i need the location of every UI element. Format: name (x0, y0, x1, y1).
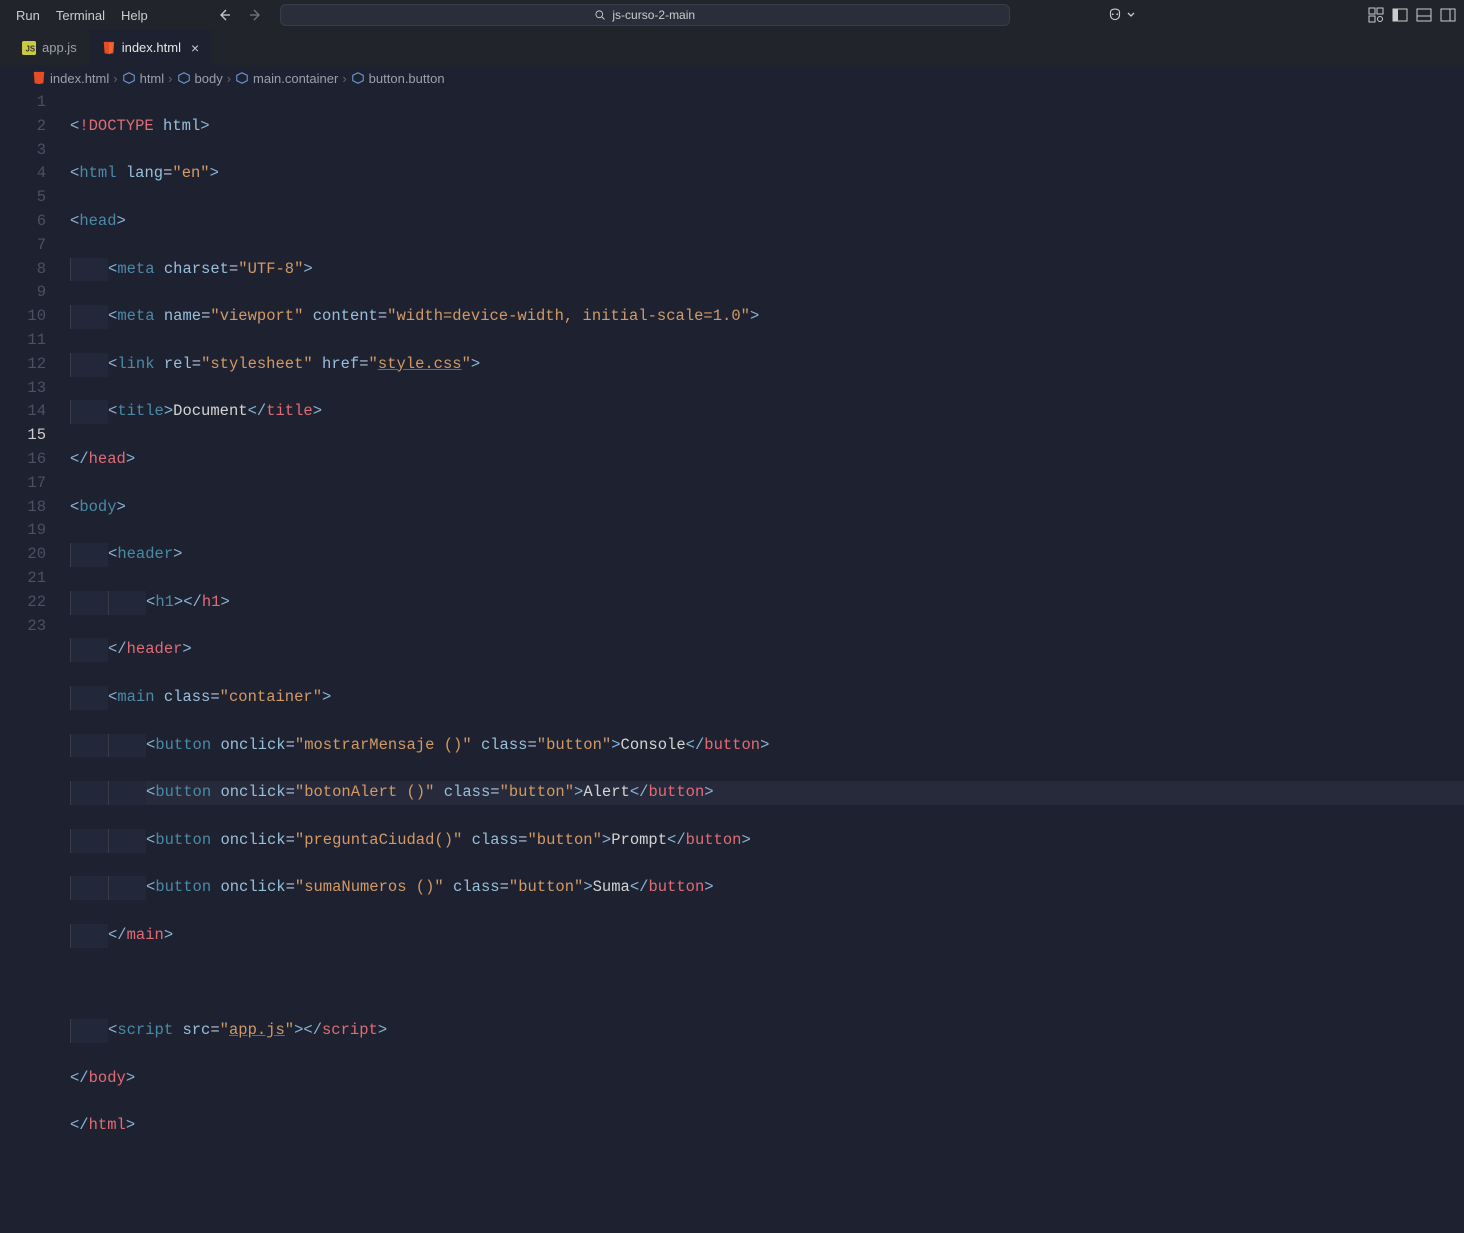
line-numbers: 1 2 3 4 5 6 7 8 9 10 11 12 13 14 15 16 1… (0, 91, 70, 662)
editor[interactable]: 1 2 3 4 5 6 7 8 9 10 11 12 13 14 15 16 1… (0, 91, 1464, 662)
menu-help[interactable]: Help (113, 4, 156, 27)
symbol-icon (177, 71, 191, 85)
html-file-icon (102, 41, 116, 55)
toggle-panel-left-icon[interactable] (1392, 7, 1408, 23)
chevron-down-icon (1126, 10, 1136, 20)
html-file-icon (32, 71, 46, 85)
tab-label: index.html (122, 40, 181, 55)
svg-text:JS: JS (26, 44, 36, 53)
toggle-panel-bottom-icon[interactable] (1416, 7, 1432, 23)
copilot-button[interactable] (1106, 6, 1136, 24)
breadcrumb-button: button.button (369, 71, 445, 86)
customize-layout-icon[interactable] (1368, 7, 1384, 23)
tab-bar: JS app.js index.html × (0, 30, 1464, 65)
breadcrumb-body: body (195, 71, 223, 86)
search-text: js-curso-2-main (612, 8, 695, 22)
search-box[interactable]: js-curso-2-main (280, 4, 1010, 26)
tab-label: app.js (42, 40, 77, 55)
toggle-panel-right-icon[interactable] (1440, 7, 1456, 23)
menu-terminal[interactable]: Terminal (48, 4, 113, 27)
titlebar: Run Terminal Help js-curso-2-main (0, 0, 1464, 30)
symbol-icon (351, 71, 365, 85)
search-icon (594, 9, 606, 21)
js-file-icon: JS (22, 41, 36, 55)
nav-back-icon[interactable] (216, 7, 232, 23)
code-area[interactable]: <!DOCTYPE html> <html lang="en"> <head> … (70, 91, 1464, 662)
menu-run[interactable]: Run (8, 4, 48, 27)
tab-indexhtml[interactable]: index.html × (90, 30, 212, 65)
breadcrumb-main: main.container (253, 71, 338, 86)
symbol-icon (235, 71, 249, 85)
breadcrumb[interactable]: index.html › html › body › main.containe… (0, 65, 1464, 91)
nav-forward-icon[interactable] (248, 7, 264, 23)
breadcrumb-file: index.html (50, 71, 109, 86)
breadcrumb-html: html (140, 71, 165, 86)
tab-appjs[interactable]: JS app.js (10, 30, 90, 65)
symbol-icon (122, 71, 136, 85)
close-icon[interactable]: × (191, 40, 199, 56)
